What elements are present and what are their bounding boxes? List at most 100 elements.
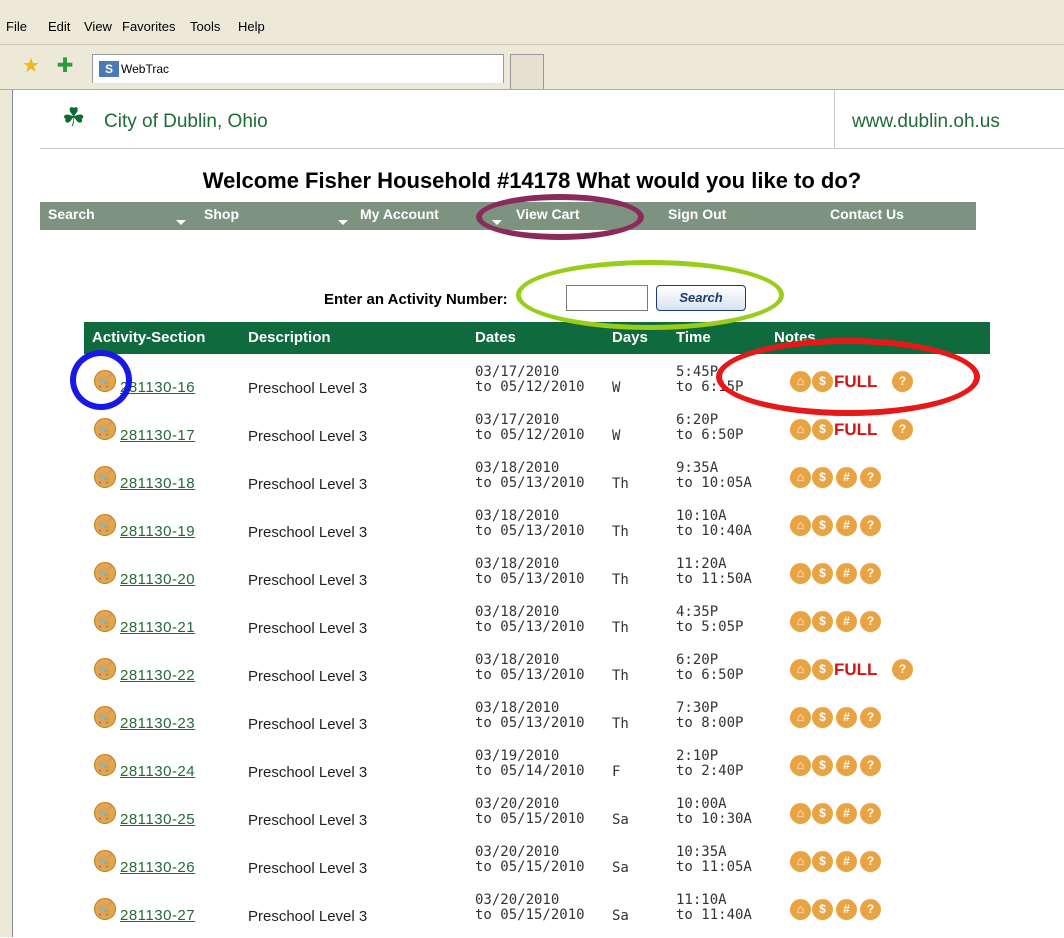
hash-icon[interactable]: # <box>836 467 857 488</box>
home-icon[interactable]: ⌂ <box>790 611 811 632</box>
activity-description: Preschool Level 3 <box>248 668 368 685</box>
help-icon[interactable]: ? <box>892 419 913 440</box>
webtrac-logo-icon: S <box>99 61 119 77</box>
add-to-cart-icon[interactable]: 🛒 <box>94 802 116 824</box>
dollar-icon[interactable]: $ <box>812 755 833 776</box>
menu-view[interactable]: View <box>84 19 112 34</box>
header-time[interactable]: Time <box>676 329 711 346</box>
help-icon[interactable]: ? <box>860 467 881 488</box>
dollar-icon[interactable]: $ <box>812 899 833 920</box>
nav-shop[interactable]: Shop <box>204 206 239 222</box>
site-url[interactable]: www.dublin.oh.us <box>852 111 1000 133</box>
clover-logo-icon: ☘ <box>62 102 86 132</box>
add-to-cart-icon[interactable]: 🛒 <box>94 610 116 632</box>
activity-dates: 03/20/2010 to 05/15/2010 <box>475 796 585 827</box>
activity-time: 10:35A to 11:05A <box>676 844 752 875</box>
activity-section-link[interactable]: 281130-24 <box>120 763 195 780</box>
nav-my-account[interactable]: My Account <box>360 206 439 222</box>
help-icon[interactable]: ? <box>892 659 913 680</box>
menu-file[interactable]: File <box>6 19 27 34</box>
home-icon[interactable]: ⌂ <box>790 419 811 440</box>
add-to-cart-icon[interactable]: 🛒 <box>94 706 116 728</box>
activity-section-link[interactable]: 281130-20 <box>120 571 195 588</box>
add-to-cart-icon[interactable]: 🛒 <box>94 754 116 776</box>
menu-tools[interactable]: Tools <box>190 19 220 34</box>
nav-sign-out[interactable]: Sign Out <box>668 206 726 222</box>
browser-tab-webtrac[interactable]: S WebTrac <box>92 54 504 83</box>
home-icon[interactable]: ⌂ <box>790 899 811 920</box>
menu-edit[interactable]: Edit <box>48 19 70 34</box>
add-favorite-icon[interactable]: ✚ <box>54 55 76 77</box>
activity-dates: 03/19/2010 to 05/14/2010 <box>475 748 585 779</box>
activity-section-link[interactable]: 281130-27 <box>120 907 195 924</box>
help-icon[interactable]: ? <box>860 755 881 776</box>
hash-icon[interactable]: # <box>836 755 857 776</box>
activity-number-label: Enter an Activity Number: <box>324 291 508 308</box>
hash-icon[interactable]: # <box>836 515 857 536</box>
hash-icon[interactable]: # <box>836 851 857 872</box>
help-icon[interactable]: ? <box>860 515 881 536</box>
home-icon[interactable]: ⌂ <box>790 467 811 488</box>
dollar-icon[interactable]: $ <box>812 851 833 872</box>
add-to-cart-icon[interactable]: 🛒 <box>94 466 116 488</box>
add-to-cart-icon[interactable]: 🛒 <box>94 562 116 584</box>
activity-section-link[interactable]: 281130-23 <box>120 715 195 732</box>
add-to-cart-icon[interactable]: 🛒 <box>94 898 116 920</box>
nav-search[interactable]: Search <box>48 206 95 222</box>
help-icon[interactable]: ? <box>860 707 881 728</box>
new-tab-button[interactable] <box>510 54 544 89</box>
activity-section-link[interactable]: 281130-17 <box>120 427 195 444</box>
dollar-icon[interactable]: $ <box>812 467 833 488</box>
dollar-icon[interactable]: $ <box>812 611 833 632</box>
activity-days: Th <box>612 668 629 684</box>
header-description[interactable]: Description <box>248 329 331 346</box>
activity-section-link[interactable]: 281130-18 <box>120 475 195 492</box>
menu-favorites[interactable]: Favorites <box>122 19 175 34</box>
activity-days: Th <box>612 716 629 732</box>
hash-icon[interactable]: # <box>836 899 857 920</box>
help-icon[interactable]: ? <box>860 851 881 872</box>
dollar-icon[interactable]: $ <box>812 659 833 680</box>
activity-section-link[interactable]: 281130-26 <box>120 859 195 876</box>
header-activity-section[interactable]: Activity-Section <box>92 329 205 346</box>
header-divider <box>834 90 835 148</box>
add-to-cart-icon[interactable]: 🛒 <box>94 850 116 872</box>
dollar-icon[interactable]: $ <box>812 707 833 728</box>
activity-days: Th <box>612 524 629 540</box>
favorites-star-icon[interactable]: ★ <box>20 55 42 77</box>
dollar-icon[interactable]: $ <box>812 515 833 536</box>
help-icon[interactable]: ? <box>860 563 881 584</box>
add-to-cart-icon[interactable]: 🛒 <box>94 514 116 536</box>
home-icon[interactable]: ⌂ <box>790 707 811 728</box>
dollar-icon[interactable]: $ <box>812 419 833 440</box>
home-icon[interactable]: ⌂ <box>790 659 811 680</box>
home-icon[interactable]: ⌂ <box>790 803 811 824</box>
help-icon[interactable]: ? <box>860 899 881 920</box>
home-icon[interactable]: ⌂ <box>790 515 811 536</box>
activity-dates: 03/18/2010 to 05/13/2010 <box>475 604 585 635</box>
tab-title: WebTrac <box>121 62 170 76</box>
hash-icon[interactable]: # <box>836 563 857 584</box>
add-to-cart-icon[interactable]: 🛒 <box>94 418 116 440</box>
activity-section-link[interactable]: 281130-25 <box>120 811 195 828</box>
activity-days: Sa <box>612 860 629 876</box>
help-icon[interactable]: ? <box>860 803 881 824</box>
hash-icon[interactable]: # <box>836 803 857 824</box>
activity-section-link[interactable]: 281130-21 <box>120 619 195 636</box>
header-dates[interactable]: Dates <box>475 329 516 346</box>
nav-contact-us[interactable]: Contact Us <box>830 206 904 222</box>
home-icon[interactable]: ⌂ <box>790 755 811 776</box>
add-to-cart-icon[interactable]: 🛒 <box>94 658 116 680</box>
dollar-icon[interactable]: $ <box>812 563 833 584</box>
help-icon[interactable]: ? <box>860 611 881 632</box>
activity-section-link[interactable]: 281130-19 <box>120 523 195 540</box>
header-days[interactable]: Days <box>612 329 648 346</box>
home-icon[interactable]: ⌂ <box>790 563 811 584</box>
hash-icon[interactable]: # <box>836 707 857 728</box>
home-icon[interactable]: ⌂ <box>790 851 811 872</box>
menu-help[interactable]: Help <box>238 19 265 34</box>
hash-icon[interactable]: # <box>836 611 857 632</box>
activity-section-link[interactable]: 281130-22 <box>120 667 195 684</box>
activity-description: Preschool Level 3 <box>248 380 368 397</box>
dollar-icon[interactable]: $ <box>812 803 833 824</box>
